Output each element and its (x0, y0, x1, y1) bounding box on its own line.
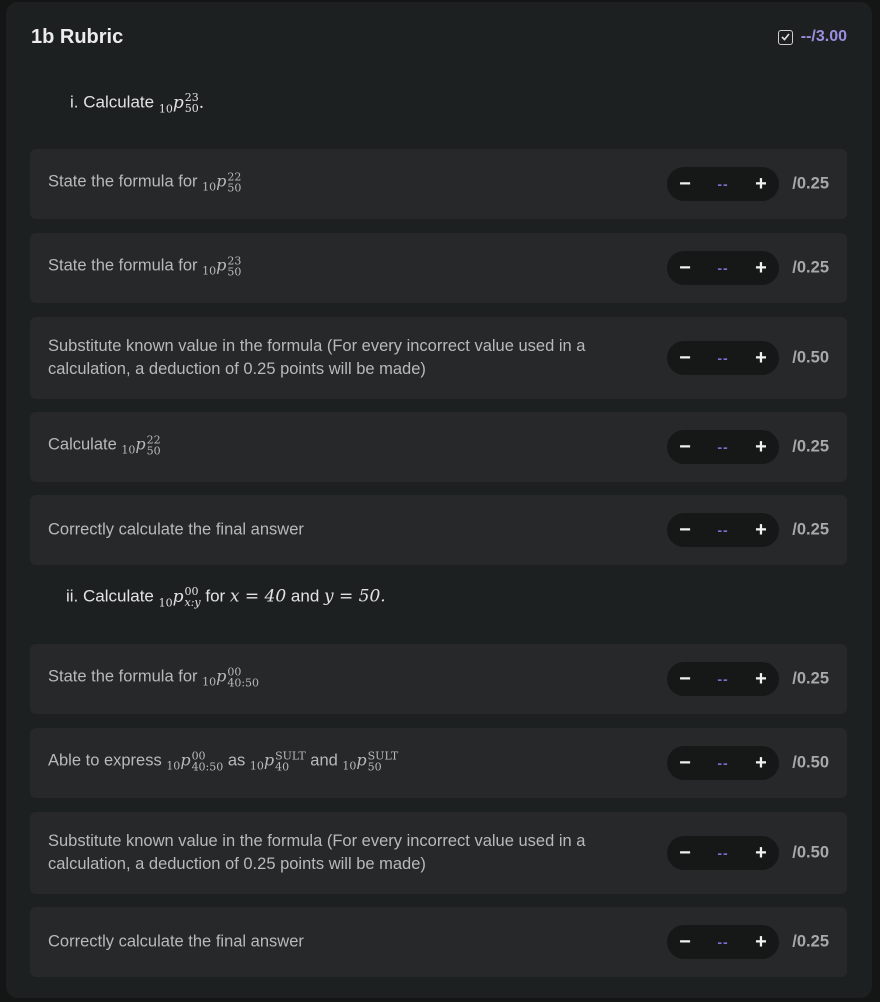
total-score-max: /3.00 (811, 28, 847, 45)
criterion-label: Able to express 10p 00 40:50 as 10p SULT 40 … (48, 748, 399, 773)
decrement-button[interactable]: − (677, 348, 693, 368)
increment-button[interactable]: + (753, 258, 769, 278)
score-stepper: − -- + (667, 746, 779, 780)
checkbox-checked-icon[interactable] (777, 29, 793, 45)
score-value[interactable]: -- (717, 350, 728, 366)
criterion-row: State the formula for 10p 00 40:50 − -- + … (30, 644, 847, 714)
criterion-label: State the formula for 10p 22 50 (48, 169, 242, 194)
score-value[interactable]: -- (717, 845, 728, 861)
max-points: /0.25 (792, 258, 829, 277)
increment-button[interactable]: + (753, 932, 769, 952)
decrement-button[interactable]: − (677, 669, 693, 689)
decrement-button[interactable]: − (677, 520, 693, 540)
decrement-button[interactable]: − (677, 258, 693, 278)
criterion-label: State the formula for 10p 00 40:50 (48, 664, 260, 689)
max-points: /0.50 (792, 348, 829, 367)
criterion-row: Able to express 10p 00 40:50 as 10p SULT 40 … (30, 728, 847, 798)
criterion-row: State the formula for 10p 22 50 − -- + /0.… (30, 149, 847, 219)
section-i-title: i. Calculate 10p 23 50. (70, 91, 205, 115)
increment-button[interactable]: + (753, 753, 769, 773)
max-points: /0.50 (792, 753, 829, 772)
decrement-button[interactable]: − (677, 843, 693, 863)
score-value[interactable]: -- (717, 755, 728, 771)
criterion-row: Correctly calculate the final answer − -… (30, 907, 847, 977)
decrement-button[interactable]: − (677, 932, 693, 952)
criterion-row: State the formula for 10p 23 50 − -- + /0.… (30, 233, 847, 303)
score-value[interactable]: -- (717, 934, 728, 950)
max-points: /0.25 (792, 932, 829, 951)
score-stepper: − -- + (667, 513, 779, 547)
score-value[interactable]: -- (717, 176, 728, 192)
total-score-value: -- (800, 28, 812, 45)
increment-button[interactable]: + (753, 174, 769, 194)
criterion-label: State the formula for 10p 23 50 (48, 253, 242, 278)
score-stepper: − -- + (667, 836, 779, 870)
score-stepper: − -- + (667, 341, 779, 375)
score-stepper: − -- + (667, 430, 779, 464)
decrement-button[interactable]: − (677, 174, 693, 194)
criterion-label: Substitute known value in the formula (F… (48, 337, 586, 378)
increment-button[interactable]: + (753, 520, 769, 540)
score-value[interactable]: -- (717, 260, 728, 276)
criterion-row: Substitute known value in the formula (F… (30, 317, 847, 399)
decrement-button[interactable]: − (677, 437, 693, 457)
max-points: /0.25 (792, 669, 829, 688)
max-points: /0.50 (792, 843, 829, 862)
math-expression: 10p 23 50. (158, 91, 205, 115)
math-expression: 10p 00 x:y (158, 585, 201, 609)
increment-button[interactable]: + (753, 669, 769, 689)
rubric-panel: 1b Rubric --/3.00 i. Calculate 10p 23 50. … (6, 2, 872, 998)
score-stepper: − -- + (667, 925, 779, 959)
increment-button[interactable]: + (753, 843, 769, 863)
rubric-header: 1b Rubric --/3.00 (6, 2, 872, 72)
rubric-title: 1b Rubric (31, 26, 124, 48)
max-points: /0.25 (792, 437, 829, 456)
score-value[interactable]: -- (717, 522, 728, 538)
max-points: /0.25 (792, 174, 829, 193)
score-value[interactable]: -- (717, 671, 728, 687)
criterion-label: Correctly calculate the final answer (48, 932, 304, 951)
criterion-row: Correctly calculate the final answer − -… (30, 495, 847, 565)
criterion-row: Substitute known value in the formula (F… (30, 812, 847, 894)
score-stepper: − -- + (667, 251, 779, 285)
criterion-label: Calculate 10p 22 50 (48, 432, 161, 457)
increment-button[interactable]: + (753, 348, 769, 368)
criterion-label: Substitute known value in the formula (F… (48, 832, 586, 873)
score-stepper: − -- + (667, 662, 779, 696)
section-ii-title: ii. Calculate 10p 00 x:y for x = 40 and y … (66, 585, 386, 609)
max-points: /0.25 (792, 520, 829, 539)
score-stepper: − -- + (667, 167, 779, 201)
criterion-label: Correctly calculate the final answer (48, 520, 304, 539)
total-score: --/3.00 (777, 28, 847, 46)
criterion-row: Calculate 10p 22 50 − -- + /0.25 (30, 412, 847, 482)
decrement-button[interactable]: − (677, 753, 693, 773)
score-value[interactable]: -- (717, 439, 728, 455)
increment-button[interactable]: + (753, 437, 769, 457)
